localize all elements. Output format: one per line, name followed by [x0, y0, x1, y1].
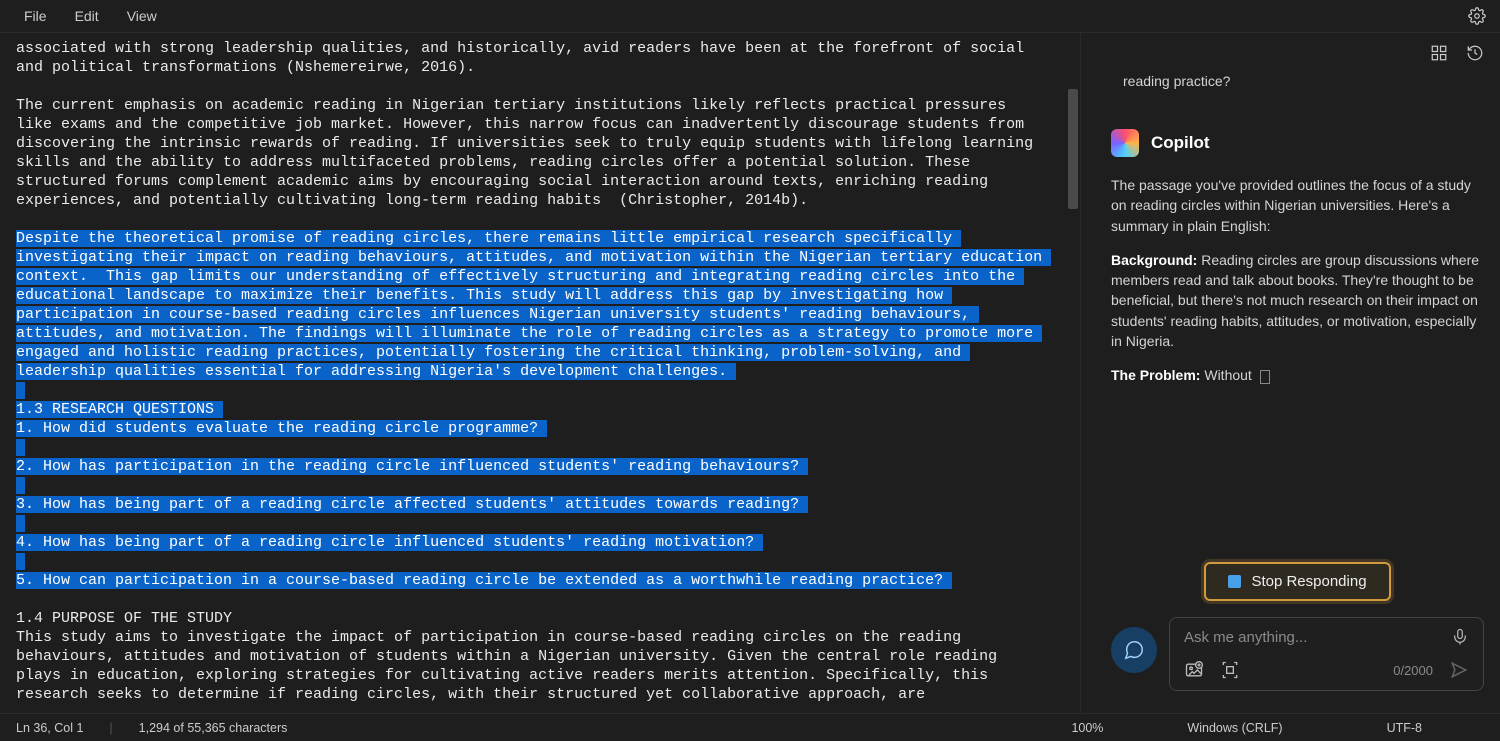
editor-selection: 1.3 RESEARCH QUESTIONS — [16, 401, 223, 418]
editor-text: associated with strong leadership qualit… — [16, 40, 1033, 76]
status-selection[interactable]: 1,294 of 55,365 characters — [139, 721, 288, 735]
stop-responding-button[interactable]: Stop Responding — [1204, 562, 1390, 601]
copilot-logo-icon — [1111, 129, 1139, 157]
status-eol[interactable]: Windows (CRLF) — [1187, 721, 1282, 735]
editor-selection-blank — [16, 515, 25, 532]
typing-cursor-icon — [1260, 370, 1270, 384]
add-image-icon[interactable] — [1184, 660, 1204, 680]
editor-scrollbar[interactable] — [1066, 33, 1080, 713]
menu-edit[interactable]: Edit — [61, 2, 113, 30]
screenshot-icon[interactable] — [1220, 660, 1240, 680]
editor-selection-blank — [16, 477, 25, 494]
copilot-bg-label: Background: — [1111, 252, 1197, 268]
editor-pane: associated with strong leadership qualit… — [0, 33, 1080, 713]
editor-selection: Despite the theoretical promise of readi… — [16, 230, 1051, 380]
editor-selection-blank — [16, 382, 25, 399]
history-icon[interactable] — [1466, 44, 1484, 62]
editor-text: The current emphasis on academic reading… — [16, 97, 1042, 209]
status-cursor-pos[interactable]: Ln 36, Col 1 — [16, 721, 83, 735]
editor-selection: 3. How has being part of a reading circl… — [16, 496, 808, 513]
copilot-prob-label: The Problem: — [1111, 367, 1200, 383]
copilot-pane: reading practice? Copilot The passage yo… — [1080, 33, 1500, 713]
status-encoding[interactable]: UTF-8 — [1387, 721, 1422, 735]
copilot-input-box: Ask me anything... — [1169, 617, 1484, 691]
editor-selection-blank — [16, 553, 25, 570]
statusbar: Ln 36, Col 1 | 1,294 of 55,365 character… — [0, 713, 1500, 741]
menubar: File Edit View — [0, 0, 1500, 33]
extensions-icon[interactable] — [1430, 44, 1448, 62]
editor-selection: 5. How can participation in a course-bas… — [16, 572, 952, 589]
copilot-response: The passage you've provided outlines the… — [1111, 175, 1484, 386]
copilot-title: Copilot — [1151, 133, 1210, 153]
new-chat-button[interactable] — [1111, 627, 1157, 673]
menu-view[interactable]: View — [113, 2, 171, 30]
menu-file[interactable]: File — [10, 2, 61, 30]
editor-text: 1.4 PURPOSE OF THE STUDY — [16, 610, 232, 627]
editor-selection: 4. How has being part of a reading circl… — [16, 534, 763, 551]
microphone-icon[interactable] — [1451, 628, 1469, 646]
status-zoom[interactable]: 100% — [1071, 721, 1103, 735]
copilot-intro: The passage you've provided outlines the… — [1111, 175, 1484, 236]
copilot-input[interactable]: Ask me anything... — [1184, 629, 1307, 646]
scrollbar-thumb[interactable] — [1068, 89, 1078, 209]
send-icon[interactable] — [1449, 660, 1469, 680]
editor-selection: 1. How did students evaluate the reading… — [16, 420, 547, 437]
editor-text: This study aims to investigate the impac… — [16, 629, 1006, 703]
stop-responding-label: Stop Responding — [1251, 573, 1366, 590]
editor-content[interactable]: associated with strong leadership qualit… — [0, 33, 1066, 713]
char-count: 0/2000 — [1393, 663, 1433, 678]
editor-selection: 2. How has participation in the reading … — [16, 458, 808, 475]
editor-selection-blank — [16, 439, 25, 456]
stop-icon — [1228, 575, 1241, 588]
settings-icon[interactable] — [1464, 3, 1490, 29]
copilot-prob-text: Without — [1200, 367, 1255, 383]
copilot-prev-message-tail: reading practice? — [1111, 73, 1484, 89]
